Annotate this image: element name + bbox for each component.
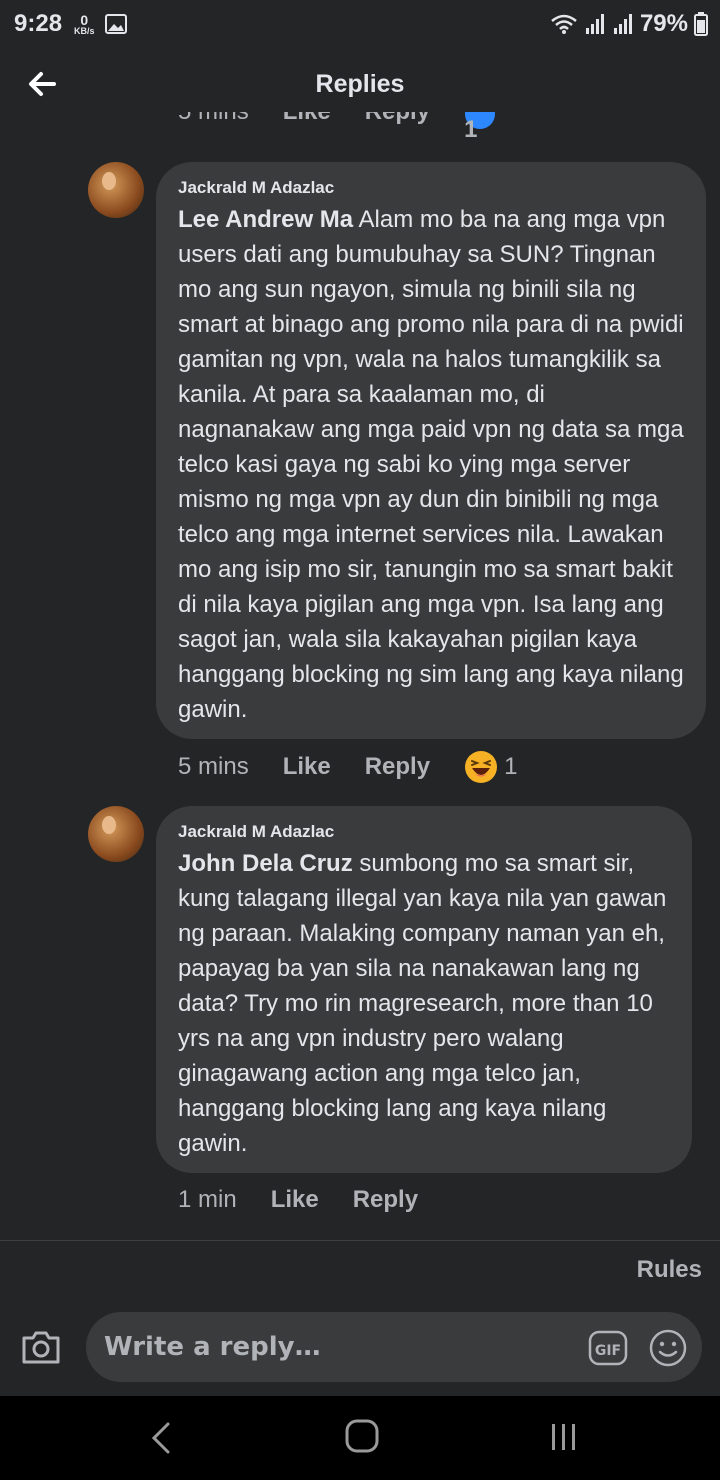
network-speed: 0 KB/s bbox=[74, 13, 95, 36]
nav-back-icon[interactable] bbox=[148, 1420, 174, 1456]
avatar[interactable] bbox=[88, 806, 144, 862]
status-bar: 9:28 0 KB/s 79% bbox=[0, 0, 720, 48]
reply-button[interactable]: Reply bbox=[365, 753, 430, 781]
comment-text: Alam mo ba na ang mga vpn users dati ang… bbox=[178, 206, 684, 723]
like-button[interactable]: Like bbox=[271, 1186, 319, 1214]
like-button[interactable]: Like bbox=[283, 753, 331, 781]
comment-time: 5 mins bbox=[178, 753, 249, 780]
previous-reaction: 1 bbox=[464, 112, 496, 138]
status-time: 9:28 bbox=[14, 10, 63, 37]
camera-icon[interactable] bbox=[20, 1326, 62, 1368]
previous-reply-button[interactable]: Reply bbox=[365, 112, 430, 138]
reaction-summary[interactable]: 1 bbox=[464, 750, 517, 784]
comment-text: sumbong mo sa smart sir, kung talagang i… bbox=[178, 850, 667, 1157]
back-arrow-icon[interactable] bbox=[24, 66, 60, 102]
app-header: Replies bbox=[0, 48, 720, 120]
smiley-icon[interactable] bbox=[648, 1328, 688, 1368]
previous-like-button[interactable]: Like bbox=[283, 112, 331, 138]
comment-actions: 5 mins Like Reply 1 bbox=[178, 750, 517, 784]
comment-bubble: Jackrald M Adazlac John Dela Cruz sumbon… bbox=[156, 806, 692, 1173]
comment-author[interactable]: Jackrald M Adazlac bbox=[178, 178, 684, 198]
status-right: 79% bbox=[550, 0, 708, 48]
previous-time: 5 mins bbox=[178, 112, 249, 138]
gallery-icon bbox=[104, 14, 127, 34]
wifi-icon bbox=[551, 14, 577, 34]
rules-link[interactable]: Rules bbox=[637, 1256, 702, 1284]
laughing-emoji-icon bbox=[465, 751, 498, 783]
signal-icon-1 bbox=[585, 14, 604, 34]
comment-body: Lee Andrew Ma Alam mo ba na ang mga vpn … bbox=[178, 202, 684, 727]
network-speed-value: 0 bbox=[80, 11, 89, 28]
signal-icon-2 bbox=[613, 14, 632, 34]
battery-percent: 79% bbox=[639, 10, 688, 37]
comment-time: 1 min bbox=[178, 1186, 237, 1213]
mention-link[interactable]: Lee Andrew Ma bbox=[178, 206, 353, 233]
comment-author[interactable]: Jackrald M Adazlac bbox=[178, 822, 670, 842]
mention-link[interactable]: John Dela Cruz bbox=[178, 850, 353, 877]
network-speed-unit: KB/s bbox=[74, 25, 95, 36]
svg-text:GIF: GIF bbox=[595, 1343, 621, 1359]
comment-bubble: Jackrald M Adazlac Lee Andrew Ma Alam mo… bbox=[156, 162, 706, 739]
nav-home-icon[interactable] bbox=[344, 1418, 380, 1454]
comment-body: John Dela Cruz sumbong mo sa smart sir, … bbox=[178, 846, 670, 1161]
comment-actions: 1 min Like Reply bbox=[178, 1186, 452, 1214]
avatar[interactable] bbox=[88, 162, 144, 218]
battery-icon bbox=[694, 12, 708, 36]
reply-composer: GIF bbox=[0, 1302, 720, 1394]
reply-button[interactable]: Reply bbox=[353, 1186, 418, 1214]
gif-icon[interactable]: GIF bbox=[588, 1328, 628, 1368]
reaction-count: 1 bbox=[504, 753, 518, 780]
previous-comment-actions: 5 mins Like Reply 1 bbox=[178, 112, 496, 138]
nav-recent-apps-icon[interactable] bbox=[548, 1420, 580, 1456]
system-nav-bar bbox=[0, 1396, 720, 1480]
page-title: Replies bbox=[315, 69, 405, 98]
divider bbox=[0, 1240, 720, 1241]
